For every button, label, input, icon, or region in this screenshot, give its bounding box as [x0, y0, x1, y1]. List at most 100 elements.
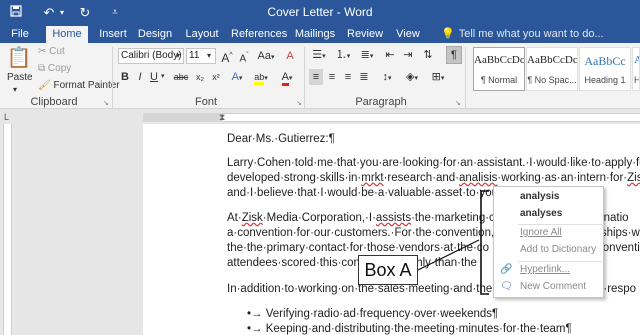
change-case-icon: Aa: [257, 50, 271, 62]
ribbon-home: 📋 Paste ▾ ✂ Cut ⧉ Copy 🖌 Format Painter …: [0, 43, 640, 109]
font-group-label: Font: [194, 96, 217, 108]
copy-icon: ⧉: [38, 63, 46, 74]
font-size-value: 11: [189, 50, 200, 61]
style-normal[interactable]: AaBbCcDc ¶ Normal: [473, 47, 525, 91]
sort-button[interactable]: ⇅: [421, 47, 435, 63]
hyperlink-item[interactable]: 🔗 Hyperlink...: [494, 262, 603, 278]
lightbulb-icon: 💡: [441, 28, 455, 40]
italic-button[interactable]: I: [135, 69, 145, 85]
clipboard-launcher-icon[interactable]: ↘: [103, 97, 109, 111]
highlighter-icon: ab: [254, 72, 265, 85]
underline-dropdown-icon[interactable]: ▾: [161, 70, 165, 84]
vertical-ruler-strip[interactable]: [3, 124, 12, 335]
style-heading-1[interactable]: AaBbCc Heading 1: [579, 47, 631, 91]
scissors-icon: ✂: [38, 46, 47, 57]
suggestion-analyses[interactable]: analyses: [494, 206, 603, 222]
spelling-context-menu: analysis analyses Ignore All Add to Dict…: [493, 186, 604, 298]
new-comment-label: New Comment: [520, 281, 587, 292]
list-item: •→ Keeping·and·distributing·the·meeting·…: [247, 322, 572, 335]
subscript-button[interactable]: x₂: [193, 69, 207, 85]
tab-mailings[interactable]: Mailings: [293, 26, 337, 43]
tab-design[interactable]: Design: [137, 26, 173, 43]
bullets-button[interactable]: ☰▾: [309, 47, 329, 65]
style-sample: AaBbCc: [584, 54, 626, 68]
clear-formatting-button[interactable]: A: [283, 48, 297, 64]
font-size-select[interactable]: 11: [186, 48, 216, 64]
text-line: Larry·Cohen·told·me·that·you·are·looking…: [227, 156, 640, 171]
multilevel-list-button[interactable]: ≣▾: [357, 47, 377, 65]
format-painter-button[interactable]: 🖌 Format Painter: [38, 79, 120, 93]
shading-button[interactable]: ◈▾: [402, 69, 422, 87]
list-item-text: Verifying·radio·ad·frequency·over·weeken…: [265, 308, 499, 320]
shrink-font-button[interactable]: Aˇ: [237, 48, 251, 67]
change-case-button[interactable]: Aa▾: [255, 48, 277, 66]
add-to-dictionary-item[interactable]: Add to Dictionary: [494, 242, 603, 258]
paragraph-launcher-icon[interactable]: ↘: [455, 97, 461, 111]
underline-button[interactable]: U: [149, 69, 159, 85]
borders-button[interactable]: ⊞▾: [428, 69, 448, 87]
copy-button[interactable]: ⧉ Copy: [38, 62, 71, 76]
text-run: attendees·scored·this·convention·highly·…: [227, 257, 477, 269]
format-painter-label: Format Painter: [53, 80, 120, 91]
new-comment-item[interactable]: 🗨 New Comment: [494, 279, 603, 295]
font-launcher-icon[interactable]: ↘: [296, 97, 302, 111]
indent-marker-icon[interactable]: ⧗: [219, 110, 225, 124]
misspelled-word[interactable]: mrkt: [361, 172, 383, 184]
style-heading-2[interactable]: A H: [632, 47, 640, 91]
hyperlink-label: Hyperlink...: [520, 264, 571, 275]
title-bar: ↶ ▾ ↻ ⩡ Cover Letter - Word: [0, 0, 640, 26]
paste-icon[interactable]: 📋: [6, 45, 32, 73]
tab-view[interactable]: View: [393, 26, 423, 43]
increase-indent-button[interactable]: ⇥: [401, 47, 415, 63]
line-spacing-button[interactable]: ↕▾: [377, 69, 397, 87]
font-name-value: Calibri (Body): [121, 50, 182, 61]
decrease-indent-button[interactable]: ⇤: [383, 47, 397, 63]
numbering-button[interactable]: ⒈▾: [333, 47, 353, 65]
text-effects-button[interactable]: A▾: [228, 69, 246, 87]
style-no-spacing[interactable]: AaBbCcDc ¶ No Spac...: [526, 47, 578, 91]
suggestion-analysis[interactable]: analysis: [494, 189, 603, 205]
paste-button[interactable]: Paste: [7, 71, 33, 85]
misspelled-word[interactable]: analisis: [459, 172, 497, 184]
font-name-select[interactable]: Calibri (Body): [118, 48, 184, 64]
text-effects-icon: A: [231, 71, 239, 83]
font-name-dropdown-icon[interactable]: ▾: [176, 49, 180, 63]
bold-button[interactable]: B: [119, 69, 131, 85]
cut-button[interactable]: ✂ Cut: [38, 45, 65, 59]
align-left-button[interactable]: ≡: [309, 69, 323, 85]
misspelled-word[interactable]: Zisk: [242, 212, 263, 224]
align-center-button[interactable]: ≡: [325, 69, 339, 85]
show-marks-button[interactable]: ¶: [446, 46, 462, 64]
style-sample: AaBbCcDc: [527, 54, 577, 66]
bullet-icon: •→: [247, 323, 266, 335]
cut-label: Cut: [49, 46, 65, 57]
font-color-icon: A: [281, 71, 289, 86]
tab-layout[interactable]: Layout: [183, 26, 221, 43]
tab-selector-icon[interactable]: L: [4, 110, 9, 124]
tell-me-box[interactable]: 💡 Tell me what you want to do...: [441, 26, 604, 43]
tab-review[interactable]: Review: [347, 26, 383, 43]
copy-label: Copy: [47, 63, 72, 74]
vertical-ruler: [0, 124, 14, 335]
brush-icon: 🖌: [38, 80, 51, 91]
grow-font-button[interactable]: A^: [220, 48, 234, 66]
font-color-button[interactable]: A▾: [276, 69, 298, 87]
misspelled-word[interactable]: Zisk: [627, 172, 640, 184]
strikethrough-button[interactable]: abc: [172, 69, 190, 85]
tab-home[interactable]: Home: [46, 26, 88, 43]
paste-dropdown-icon[interactable]: ▾: [13, 83, 17, 97]
highlight-button[interactable]: ab▾: [250, 69, 272, 87]
style-sample: A: [634, 54, 639, 66]
style-name: H: [634, 75, 639, 85]
text-run: the·the·primary·contact·for·those·vendor…: [227, 242, 490, 254]
justify-button[interactable]: ≣: [357, 69, 371, 85]
misspelled-word[interactable]: assists: [376, 212, 411, 224]
tab-insert[interactable]: Insert: [96, 26, 130, 43]
align-right-button[interactable]: ≡: [341, 69, 355, 85]
tab-references[interactable]: References: [231, 26, 287, 43]
font-size-dropdown-icon[interactable]: ▾: [207, 49, 211, 63]
bullet-icon: •→: [247, 308, 266, 320]
superscript-button[interactable]: x²: [209, 69, 223, 85]
ignore-all-item[interactable]: Ignore All: [494, 225, 603, 241]
tab-file[interactable]: File: [6, 26, 34, 43]
